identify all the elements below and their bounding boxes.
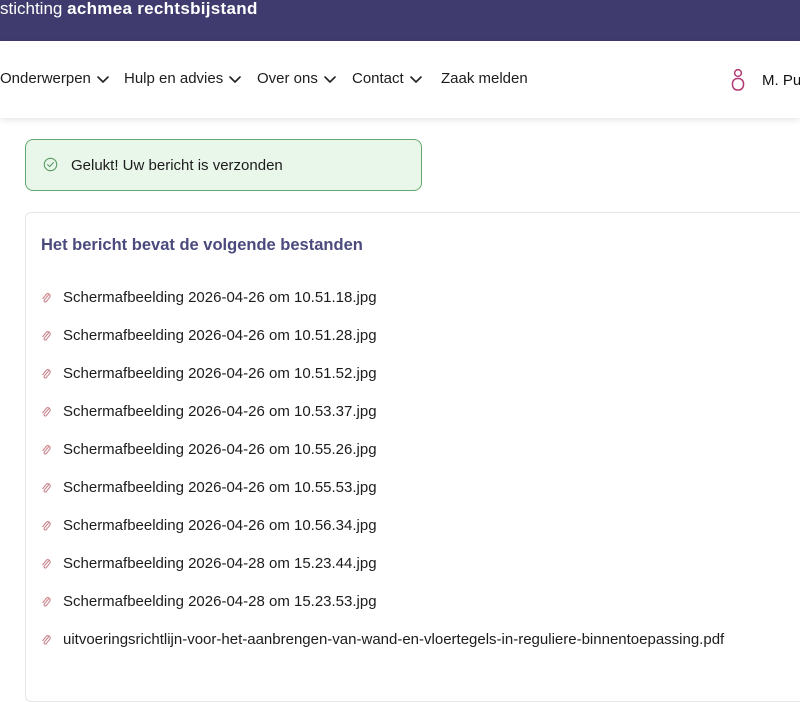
- user-account-menu[interactable]: M. Pu: [730, 68, 800, 92]
- attachment-item[interactable]: Schermafbeelding 2026-04-26 om 10.55.53.…: [41, 479, 724, 517]
- chevron-down-icon: [409, 76, 422, 83]
- attachments-card: Het bericht bevat de volgende bestanden …: [25, 212, 800, 702]
- paperclip-icon: [42, 521, 51, 531]
- chevron-down-icon: [324, 76, 336, 83]
- attachment-item[interactable]: Schermafbeelding 2026-04-28 om 15.23.53.…: [41, 593, 724, 631]
- attachment-filename: Schermafbeelding 2026-04-26 om 10.55.53.…: [63, 479, 377, 496]
- nav-item-onderwerpen[interactable]: Onderwerpen: [0, 70, 110, 87]
- attachment-filename: Schermafbeelding 2026-04-26 om 10.51.18.…: [63, 289, 377, 306]
- attachment-item[interactable]: Schermafbeelding 2026-04-26 om 10.56.34.…: [41, 517, 724, 555]
- paperclip-icon: [42, 293, 51, 303]
- nav-item-hulp-en-advies[interactable]: Hulp en advies: [124, 70, 242, 87]
- nav-item-label: Zaak melden: [441, 70, 528, 87]
- attachment-item[interactable]: Schermafbeelding 2026-04-26 om 10.55.26.…: [41, 441, 724, 479]
- attachment-item[interactable]: Schermafbeelding 2026-04-26 om 10.53.37.…: [41, 403, 724, 441]
- attachment-filename: uitvoeringsrichtlijn-voor-het-aanbrengen…: [63, 631, 725, 648]
- attachment-item[interactable]: Schermafbeelding 2026-04-26 om 10.51.18.…: [41, 289, 724, 327]
- main-navigation: Onderwerpen Hulp en advies Over ons Cont…: [0, 41, 800, 118]
- attachment-item[interactable]: uitvoeringsrichtlijn-voor-het-aanbrengen…: [41, 631, 724, 669]
- attachments-list: Schermafbeelding 2026-04-26 om 10.51.18.…: [41, 289, 724, 669]
- nav-item-label: Over ons: [257, 70, 318, 87]
- attachment-filename: Schermafbeelding 2026-04-26 om 10.55.26.…: [63, 441, 377, 458]
- attachment-filename: Schermafbeelding 2026-04-28 om 15.23.44.…: [63, 555, 377, 572]
- nav-item-label: Onderwerpen: [0, 70, 91, 87]
- attachment-item[interactable]: Schermafbeelding 2026-04-26 om 10.51.52.…: [41, 365, 724, 403]
- paperclip-icon: [42, 369, 51, 379]
- top-header-bar: stichting achmea rechtsbijstand: [0, 0, 800, 41]
- nav-item-label: Hulp en advies: [124, 70, 224, 87]
- success-message: Gelukt! Uw bericht is verzonden: [71, 157, 283, 174]
- attachment-filename: Schermafbeelding 2026-04-26 om 10.51.28.…: [63, 327, 377, 344]
- nav-item-contact[interactable]: Contact: [352, 70, 423, 87]
- paperclip-icon: [42, 597, 51, 607]
- paperclip-icon: [42, 483, 51, 493]
- check-circle-icon: [43, 157, 58, 172]
- chevron-down-icon: [97, 76, 109, 83]
- attachment-filename: Schermafbeelding 2026-04-28 om 15.23.53.…: [63, 593, 377, 610]
- attachment-filename: Schermafbeelding 2026-04-26 om 10.53.37.…: [63, 403, 377, 420]
- attachment-item[interactable]: Schermafbeelding 2026-04-28 om 15.23.44.…: [41, 555, 724, 593]
- attachment-filename: Schermafbeelding 2026-04-26 om 10.51.52.…: [63, 365, 377, 382]
- brand-logo[interactable]: stichting achmea rechtsbijstand: [0, 0, 258, 21]
- paperclip-icon: [42, 445, 51, 455]
- paperclip-icon: [42, 635, 51, 645]
- nav-item-zaak-melden[interactable]: Zaak melden: [441, 70, 528, 87]
- attachments-title: Het bericht bevat de volgende bestanden: [41, 236, 363, 254]
- paperclip-icon: [42, 559, 51, 569]
- nav-item-over-ons[interactable]: Over ons: [257, 70, 337, 87]
- brand-name: achmea rechtsbijstand: [67, 0, 258, 18]
- success-alert: Gelukt! Uw bericht is verzonden: [25, 139, 422, 191]
- chevron-down-icon: [229, 76, 242, 83]
- user-name: M. Pu: [762, 71, 800, 89]
- attachment-item[interactable]: Schermafbeelding 2026-04-26 om 10.51.28.…: [41, 327, 724, 365]
- nav-item-label: Contact: [352, 70, 404, 87]
- attachment-filename: Schermafbeelding 2026-04-26 om 10.56.34.…: [63, 517, 377, 534]
- paperclip-icon: [42, 331, 51, 341]
- user-icon: [731, 68, 745, 91]
- paperclip-icon: [42, 407, 51, 417]
- brand-prefix: stichting: [0, 0, 63, 18]
